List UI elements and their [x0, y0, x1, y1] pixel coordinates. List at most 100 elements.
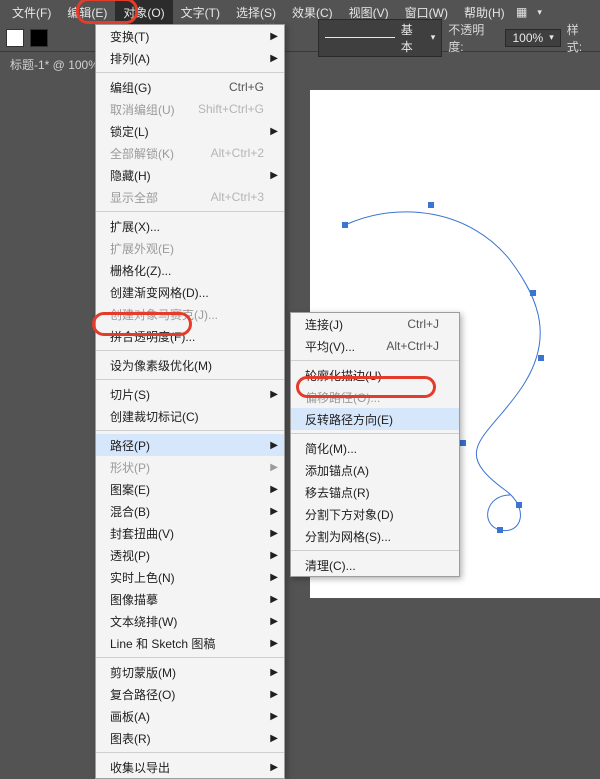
object-menu-item[interactable]: 切片(S)▶ [96, 383, 284, 405]
object-menu-item[interactable]: 扩展(X)... [96, 215, 284, 237]
object-menu-item[interactable]: 收集以导出 ▶ [96, 756, 284, 778]
object-menu-item[interactable]: 实时上色(N)▶ [96, 566, 284, 588]
submenu-arrow-icon: ▶ [270, 572, 278, 583]
object-menu-item[interactable]: 创建渐变网格(D)... [96, 281, 284, 303]
submenu-arrow-icon: ▶ [270, 462, 278, 473]
menu-separator [291, 433, 459, 434]
menu-item-label: 文本绕排(W) [110, 613, 177, 630]
menu-separator [96, 350, 284, 351]
path-submenu-item: 偏移路径(O)... [291, 386, 459, 408]
path-submenu-item[interactable]: 移去锚点(R) [291, 481, 459, 503]
object-menu-item[interactable]: 剪切蒙版(M)▶ [96, 661, 284, 683]
submenu-arrow-icon: ▶ [270, 53, 278, 64]
submenu-arrow-icon: ▶ [270, 638, 278, 649]
object-menu-item[interactable]: 混合(B)▶ [96, 500, 284, 522]
menu-separator [96, 379, 284, 380]
menu-item-label: 拼合透明度(F)... [110, 328, 195, 345]
path-submenu-item[interactable]: 分割为网格(S)... [291, 525, 459, 547]
menu-item-label: 隐藏(H) [110, 167, 151, 184]
chevron-down-icon: ▾ [431, 32, 436, 43]
object-menu-item[interactable]: 排列(A) ▶ [96, 47, 284, 69]
object-menu-item[interactable]: 图表(R)▶ [96, 727, 284, 749]
menu-item-label: 锁定(L) [110, 123, 149, 140]
object-menu-item[interactable]: 隐藏(H) ▶ [96, 164, 284, 186]
object-menu-item[interactable]: 封套扭曲(V) ▶ [96, 522, 284, 544]
path-submenu-item[interactable]: 添加锚点(A) [291, 459, 459, 481]
submenu-arrow-icon: ▶ [270, 762, 278, 773]
submenu-arrow-icon: ▶ [270, 484, 278, 495]
object-menu-item[interactable]: Line 和 Sketch 图稿▶ [96, 632, 284, 654]
path-submenu-item[interactable]: 清理(C)... [291, 554, 459, 576]
object-menu-item[interactable]: 拼合透明度(F)... [96, 325, 284, 347]
menu-item-label: 路径(P) [110, 437, 150, 454]
object-menu-item[interactable]: 复合路径(O)▶ [96, 683, 284, 705]
style-label: 样式: [567, 21, 594, 55]
opacity-label: 不透明度: [448, 21, 499, 55]
object-menu-item[interactable]: 图案(E)▶ [96, 478, 284, 500]
path-submenu-item[interactable]: 简化(M)... [291, 437, 459, 459]
menu-item-label: 切片(S) [110, 386, 150, 403]
object-menu-item[interactable]: 锁定(L) ▶ [96, 120, 284, 142]
menu-shortcut: Ctrl+J [407, 317, 439, 331]
menu-separator [96, 657, 284, 658]
object-menu-item: 扩展外观(E) [96, 237, 284, 259]
menu-item-label: 反转路径方向(E) [305, 411, 393, 428]
menu-separator [96, 211, 284, 212]
menu-item-label: 创建渐变网格(D)... [110, 284, 209, 301]
menu-object[interactable]: 对象(O) [115, 0, 172, 25]
menu-item-label: 清理(C)... [305, 557, 356, 574]
brush-select[interactable]: 基本 ▾ [318, 19, 442, 57]
submenu-arrow-icon: ▶ [270, 31, 278, 42]
menu-item-label: 轮廓化描边(U) [305, 367, 382, 384]
document-tab[interactable]: 标题-1* @ 100% [0, 52, 600, 77]
menu-item-label: 分割下方对象(D) [305, 506, 394, 523]
menu-item-label: 设为像素级优化(M) [110, 357, 212, 374]
layout-grid-icon[interactable]: ▦ [513, 3, 531, 21]
path-submenu-item[interactable]: 连接(J)Ctrl+J [291, 313, 459, 335]
submenu-arrow-icon: ▶ [270, 550, 278, 561]
menu-item-label: 扩展(X)... [110, 218, 160, 235]
object-menu-item[interactable]: 设为像素级优化(M) [96, 354, 284, 376]
menu-item-label: 收集以导出 [110, 759, 170, 776]
chevron-down-icon: ▾ [549, 32, 554, 43]
submenu-arrow-icon: ▶ [270, 667, 278, 678]
object-menu-item[interactable]: 画板(A)▶ [96, 705, 284, 727]
menu-type[interactable]: 文字(T) [173, 0, 228, 25]
menu-shortcut: Alt+Ctrl+2 [211, 146, 264, 160]
object-menu-item: 取消编组(U)Shift+Ctrl+G [96, 98, 284, 120]
stroke-swatch[interactable] [30, 29, 48, 47]
path-submenu-item[interactable]: 平均(V)...Alt+Ctrl+J [291, 335, 459, 357]
opacity-input[interactable]: 100% ▾ [505, 29, 560, 47]
object-menu-item: 显示全部Alt+Ctrl+3 [96, 186, 284, 208]
fill-swatch[interactable] [6, 29, 24, 47]
object-menu-item[interactable]: 编组(G)Ctrl+G [96, 76, 284, 98]
chevron-down-icon[interactable]: ▾ [531, 3, 549, 21]
submenu-arrow-icon: ▶ [270, 126, 278, 137]
menu-item-label: 透视(P) [110, 547, 150, 564]
submenu-arrow-icon: ▶ [270, 170, 278, 181]
submenu-arrow-icon: ▶ [270, 689, 278, 700]
menu-item-label: 平均(V)... [305, 338, 355, 355]
menubar: 文件(F) 编辑(E) 对象(O) 文字(T) 选择(S) 效果(C) 视图(V… [0, 0, 600, 24]
object-menu-item: 形状(P) ▶ [96, 456, 284, 478]
menu-item-label: 形状(P) [110, 459, 150, 476]
menu-item-label: 排列(A) [110, 50, 150, 67]
menu-item-label: 封套扭曲(V) [110, 525, 174, 542]
menu-separator [291, 360, 459, 361]
submenu-arrow-icon: ▶ [270, 506, 278, 517]
path-submenu-item[interactable]: 反转路径方向(E) [291, 408, 459, 430]
object-menu-item[interactable]: 文本绕排(W) ▶ [96, 610, 284, 632]
path-submenu-item[interactable]: 轮廓化描边(U) [291, 364, 459, 386]
path-submenu-item[interactable]: 分割下方对象(D) [291, 503, 459, 525]
object-menu-item[interactable]: 变换(T)▶ [96, 25, 284, 47]
object-menu-item[interactable]: 路径(P)▶ [96, 434, 284, 456]
submenu-arrow-icon: ▶ [270, 616, 278, 627]
submenu-arrow-icon: ▶ [270, 528, 278, 539]
object-menu-item[interactable]: 创建裁切标记(C) [96, 405, 284, 427]
object-menu: 变换(T)▶ 排列(A) ▶ 编组(G)Ctrl+G取消编组(U)Shift+Ctrl… [95, 24, 285, 779]
menu-edit[interactable]: 编辑(E) [59, 0, 115, 25]
object-menu-item[interactable]: 栅格化(Z)... [96, 259, 284, 281]
menu-file[interactable]: 文件(F) [4, 0, 59, 25]
object-menu-item[interactable]: 图像描摹▶ [96, 588, 284, 610]
object-menu-item[interactable]: 透视(P) ▶ [96, 544, 284, 566]
